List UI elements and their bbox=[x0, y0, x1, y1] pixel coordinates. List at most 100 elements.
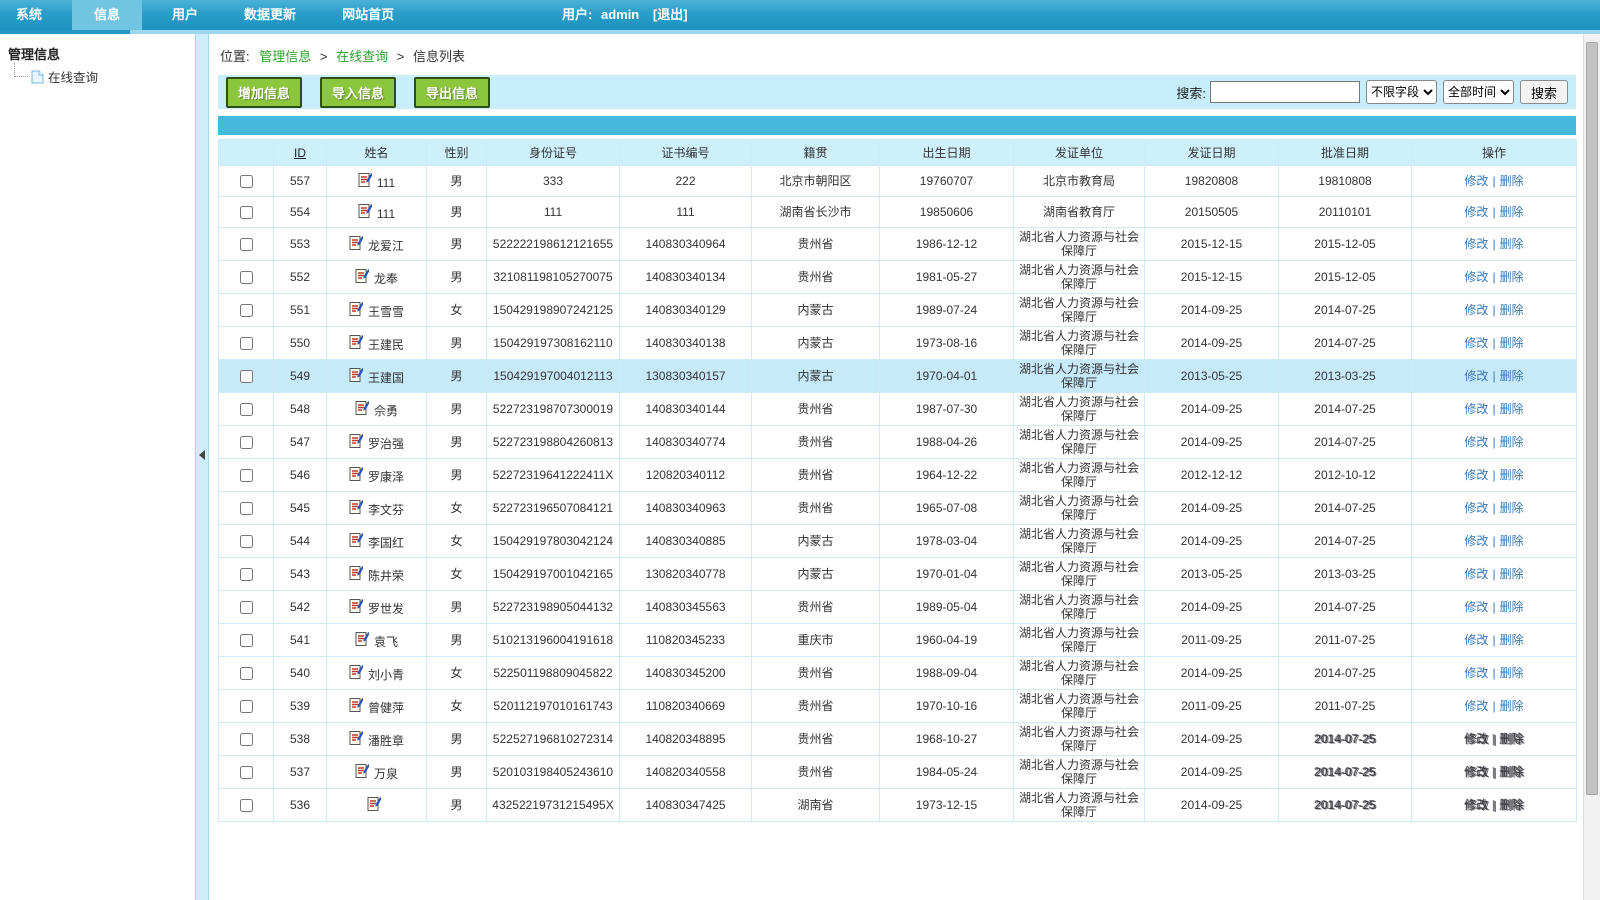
row-checkbox[interactable] bbox=[240, 304, 253, 317]
edit-link[interactable]: 修改 bbox=[1464, 765, 1488, 779]
vertical-scrollbar[interactable] bbox=[1583, 34, 1600, 900]
nav-tab-users[interactable]: 用户 bbox=[156, 0, 214, 30]
edit-link[interactable]: 修改 bbox=[1464, 174, 1488, 188]
delete-link[interactable]: 删除 bbox=[1500, 237, 1524, 251]
logout-link[interactable]: [退出] bbox=[653, 7, 688, 22]
row-gender: 女 bbox=[427, 657, 487, 690]
edit-link[interactable]: 修改 bbox=[1464, 567, 1488, 581]
row-checkbox[interactable] bbox=[240, 502, 253, 515]
row-checkbox[interactable] bbox=[240, 799, 253, 812]
edit-link[interactable]: 修改 bbox=[1464, 205, 1488, 219]
delete-link[interactable]: 删除 bbox=[1500, 534, 1524, 548]
edit-link[interactable]: 修改 bbox=[1464, 798, 1488, 812]
row-checkbox[interactable] bbox=[240, 700, 253, 713]
edit-link[interactable]: 修改 bbox=[1464, 270, 1488, 284]
delete-link[interactable]: 删除 bbox=[1500, 402, 1524, 416]
delete-link[interactable]: 删除 bbox=[1500, 270, 1524, 284]
delete-link[interactable]: 删除 bbox=[1500, 369, 1524, 383]
row-checkbox[interactable] bbox=[240, 370, 253, 383]
delete-link[interactable]: 删除 bbox=[1500, 666, 1524, 680]
nav-tab-site-home[interactable]: 网站首页 bbox=[326, 0, 410, 30]
row-checkbox[interactable] bbox=[240, 469, 253, 482]
row-gender: 男 bbox=[427, 426, 487, 459]
collapse-arrow-icon[interactable] bbox=[199, 450, 205, 460]
export-info-button[interactable]: 导出信息 bbox=[414, 77, 490, 108]
row-issue-date: 20150505 bbox=[1145, 197, 1279, 228]
scrollbar-thumb[interactable] bbox=[1586, 42, 1598, 795]
row-name: 111 bbox=[327, 197, 427, 228]
breadcrumb-link-online-query[interactable]: 在线查询 bbox=[336, 49, 388, 64]
delete-link[interactable]: 删除 bbox=[1500, 205, 1524, 219]
row-id: 537 bbox=[274, 756, 327, 789]
delete-link[interactable]: 删除 bbox=[1500, 798, 1524, 812]
import-info-button[interactable]: 导入信息 bbox=[320, 77, 396, 108]
breadcrumb-link-manage[interactable]: 管理信息 bbox=[259, 49, 311, 64]
row-gender: 女 bbox=[427, 558, 487, 591]
row-id-number: 522527196810272314 bbox=[487, 723, 620, 756]
row-checkbox[interactable] bbox=[240, 238, 253, 251]
delete-link[interactable]: 删除 bbox=[1500, 303, 1524, 317]
delete-link[interactable]: 删除 bbox=[1500, 699, 1524, 713]
search-input[interactable] bbox=[1210, 81, 1360, 103]
search-button[interactable]: 搜索 bbox=[1520, 80, 1568, 104]
edit-link[interactable]: 修改 bbox=[1464, 633, 1488, 647]
edit-link[interactable]: 修改 bbox=[1464, 402, 1488, 416]
delete-link[interactable]: 删除 bbox=[1500, 600, 1524, 614]
row-checkbox[interactable] bbox=[240, 667, 253, 680]
delete-link[interactable]: 删除 bbox=[1500, 174, 1524, 188]
row-checkbox[interactable] bbox=[240, 568, 253, 581]
edit-link[interactable]: 修改 bbox=[1464, 699, 1488, 713]
edit-link[interactable]: 修改 bbox=[1464, 600, 1488, 614]
delete-link[interactable]: 删除 bbox=[1500, 501, 1524, 515]
delete-link[interactable]: 删除 bbox=[1500, 633, 1524, 647]
row-issue-date: 2014-09-25 bbox=[1145, 393, 1279, 426]
delete-link[interactable]: 删除 bbox=[1500, 435, 1524, 449]
add-info-button[interactable]: 增加信息 bbox=[226, 77, 302, 108]
edit-doc-icon bbox=[349, 565, 363, 581]
delete-link[interactable]: 删除 bbox=[1500, 732, 1524, 746]
edit-link[interactable]: 修改 bbox=[1464, 534, 1488, 548]
row-checkbox[interactable] bbox=[240, 634, 253, 647]
row-checkbox[interactable] bbox=[240, 601, 253, 614]
row-checkbox[interactable] bbox=[240, 436, 253, 449]
edit-link[interactable]: 修改 bbox=[1464, 237, 1488, 251]
row-checkbox[interactable] bbox=[240, 733, 253, 746]
edit-link[interactable]: 修改 bbox=[1464, 336, 1488, 350]
delete-link[interactable]: 删除 bbox=[1500, 765, 1524, 779]
row-checkbox[interactable] bbox=[240, 271, 253, 284]
row-issuer: 湖北省人力资源与社会保障厅 bbox=[1014, 360, 1145, 393]
row-issue-date: 2015-12-15 bbox=[1145, 228, 1279, 261]
time-select[interactable]: 全部时间 bbox=[1443, 80, 1514, 104]
row-select-cell bbox=[219, 166, 274, 197]
nav-tab-system[interactable]: 系统 bbox=[0, 0, 58, 30]
row-name: 龙爱江 bbox=[327, 228, 427, 261]
edit-link[interactable]: 修改 bbox=[1464, 435, 1488, 449]
row-checkbox[interactable] bbox=[240, 403, 253, 416]
nav-tab-data-update[interactable]: 数据更新 bbox=[228, 0, 312, 30]
row-checkbox[interactable] bbox=[240, 766, 253, 779]
field-select[interactable]: 不限字段 bbox=[1366, 80, 1437, 104]
delete-link[interactable]: 删除 bbox=[1500, 468, 1524, 482]
edit-link[interactable]: 修改 bbox=[1464, 303, 1488, 317]
row-checkbox[interactable] bbox=[240, 206, 253, 219]
delete-link[interactable]: 删除 bbox=[1500, 567, 1524, 581]
delete-link[interactable]: 删除 bbox=[1500, 336, 1524, 350]
row-checkbox[interactable] bbox=[240, 535, 253, 548]
row-birth-date: 1988-09-04 bbox=[880, 657, 1014, 690]
row-checkbox[interactable] bbox=[240, 175, 253, 188]
edit-link[interactable]: 修改 bbox=[1464, 468, 1488, 482]
edit-doc-icon bbox=[349, 664, 363, 680]
table-row: 547罗治强男522723198804260813140830340774贵州省… bbox=[219, 426, 1577, 459]
edit-doc-icon bbox=[349, 499, 363, 515]
edit-link[interactable]: 修改 bbox=[1464, 732, 1488, 746]
nav-tab-info[interactable]: 信息 bbox=[72, 0, 142, 30]
row-origin: 内蒙古 bbox=[752, 360, 880, 393]
sidebar-splitter[interactable] bbox=[195, 34, 209, 900]
sidebar-item-online-query[interactable]: 在线查询 bbox=[14, 67, 187, 86]
edit-link[interactable]: 修改 bbox=[1464, 369, 1488, 383]
row-birth-date: 1968-10-27 bbox=[880, 723, 1014, 756]
row-select-cell bbox=[219, 756, 274, 789]
edit-link[interactable]: 修改 bbox=[1464, 501, 1488, 515]
row-checkbox[interactable] bbox=[240, 337, 253, 350]
edit-link[interactable]: 修改 bbox=[1464, 666, 1488, 680]
